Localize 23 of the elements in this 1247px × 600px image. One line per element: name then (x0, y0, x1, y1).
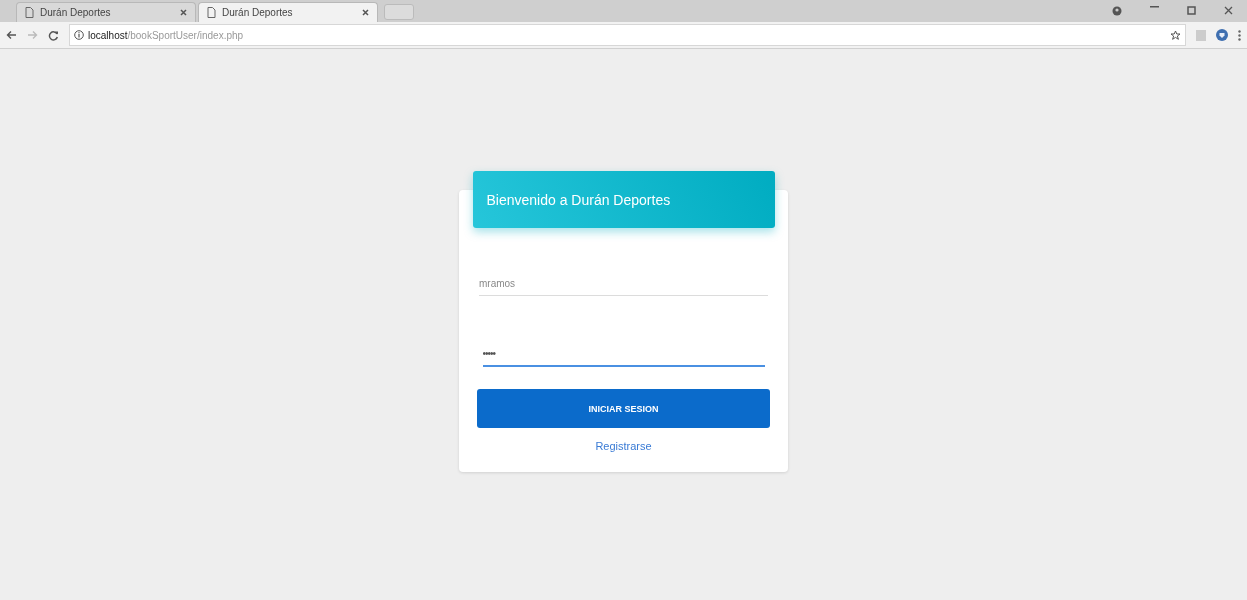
profile-icon[interactable] (1112, 6, 1122, 16)
page-icon (25, 7, 34, 18)
back-icon[interactable] (6, 30, 17, 40)
username-field[interactable]: mramos (479, 278, 768, 296)
card-title: Bienvenido a Durán Deportes (486, 191, 671, 208)
url-text: localhost/bookSportUser/index.php (88, 29, 244, 41)
login-button[interactable]: INICIAR SESION (477, 389, 770, 428)
tab-title: Durán Deportes (40, 7, 112, 18)
star-icon[interactable] (1170, 29, 1181, 41)
close-icon[interactable] (180, 9, 187, 16)
address-bar[interactable]: localhost/bookSportUser/index.php (69, 24, 1186, 46)
tab-title: Durán Deportes (222, 7, 294, 18)
restore-icon[interactable] (1187, 6, 1196, 15)
close-icon[interactable] (1224, 6, 1233, 15)
password-field[interactable]: ••••• (482, 348, 765, 367)
menu-icon[interactable] (1238, 29, 1241, 41)
reload-icon[interactable] (48, 29, 59, 41)
browser-tab[interactable]: Durán Deportes (198, 2, 378, 22)
info-icon[interactable] (74, 30, 84, 40)
browser-tab[interactable]: Durán Deportes (16, 2, 196, 22)
register-link[interactable]: Registrarse (595, 440, 652, 452)
close-icon[interactable] (362, 9, 369, 16)
page-icon (207, 7, 216, 18)
